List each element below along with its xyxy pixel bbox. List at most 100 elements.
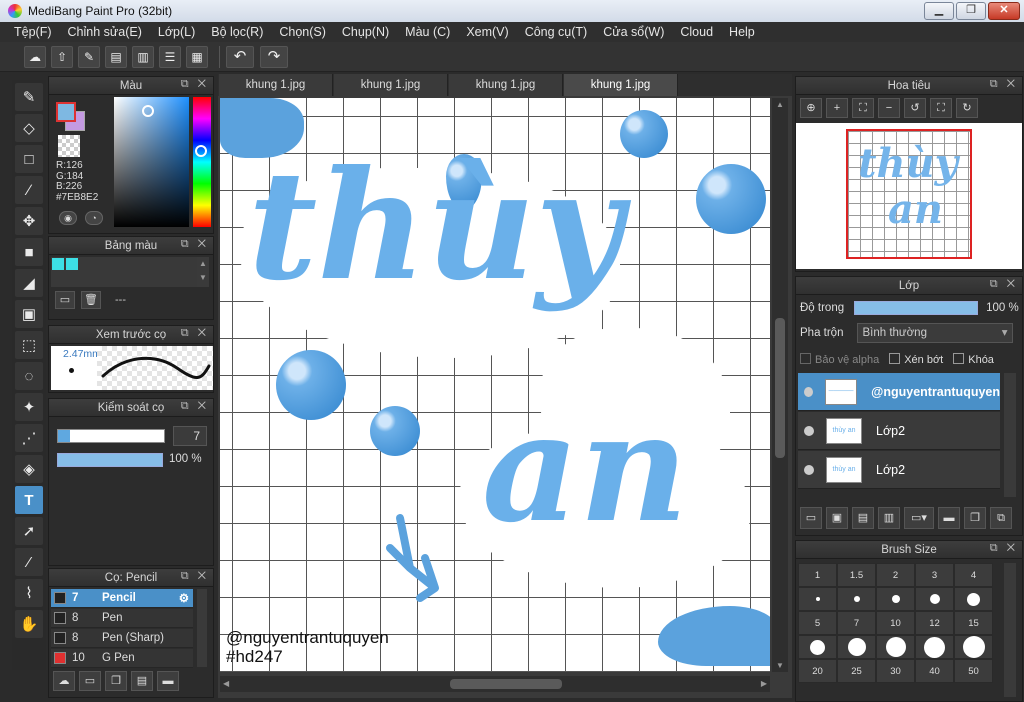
comment-icon[interactable]: ✎ — [78, 45, 100, 68]
brush-size-slider[interactable] — [57, 429, 165, 443]
panel-float-close-icon[interactable]: ⧉ ✕ — [181, 238, 209, 251]
navigator-preview[interactable]: thùy an — [796, 123, 1022, 269]
visibility-eye-icon[interactable] — [804, 464, 814, 475]
layer-opacity-slider[interactable] — [854, 301, 979, 315]
brush-size-preset[interactable] — [915, 635, 954, 659]
close-button[interactable]: ✕ — [988, 2, 1020, 20]
zoom-fit-icon[interactable]: ⊕ — [800, 98, 822, 118]
color-history-button[interactable]: ◔ — [85, 211, 103, 225]
new-palette-icon[interactable]: ▭ — [55, 291, 75, 309]
brush-size-label[interactable]: 10 — [876, 611, 915, 635]
brush-copy-icon[interactable]: ❐ — [105, 671, 127, 691]
gradient-tool-icon[interactable]: ▣ — [15, 300, 43, 328]
protect-alpha-checkbox[interactable]: Bảo vệ alpha — [800, 353, 879, 366]
brush-size-label[interactable]: 5 — [798, 611, 837, 635]
layer-folder-icon[interactable]: ▬ — [938, 507, 960, 529]
hue-cursor[interactable] — [195, 145, 207, 157]
redo-button[interactable]: ↷ — [260, 45, 288, 68]
layer-item[interactable]: thùy an Lớp2 — [798, 412, 1000, 450]
menu-window[interactable]: Cửa sổ(W) — [603, 25, 664, 39]
brush-size-preset[interactable] — [876, 587, 915, 611]
brush-size-label[interactable]: 7 — [837, 611, 876, 635]
brush-list-scrollbar[interactable] — [197, 589, 207, 667]
reset-view-icon[interactable]: ⛶ — [930, 98, 952, 118]
brush-size-label[interactable]: 25 — [837, 659, 876, 683]
panel-float-close-icon[interactable]: ⧉ ✕ — [990, 542, 1018, 555]
menu-layer[interactable]: Lớp(L) — [158, 25, 195, 39]
vertical-scroll-thumb[interactable] — [775, 318, 785, 458]
brush-size-label[interactable]: 4 — [954, 563, 993, 587]
brush-size-label[interactable]: 40 — [915, 659, 954, 683]
brush-size-label[interactable]: 15 — [954, 611, 993, 635]
document-tab[interactable]: khung 1.jpg — [219, 74, 333, 96]
drawing-canvas[interactable]: thùy an @nguyentrantuquyen #hd247 — [220, 98, 770, 672]
add-layer-menu-icon[interactable]: ▭▾ — [904, 507, 934, 529]
panel-float-close-icon[interactable]: ⧉ ✕ — [181, 400, 209, 413]
share-icon[interactable]: ⇧ — [51, 45, 73, 68]
layer-item[interactable]: thùy an Lớp2 — [798, 451, 1000, 489]
layer-item[interactable]: ───── @nguyentrantuquyen — [798, 373, 1000, 411]
dot-tool-icon[interactable]: ∕ — [15, 176, 43, 204]
visibility-eye-icon[interactable] — [804, 425, 814, 436]
menu-file[interactable]: Tệp(F) — [14, 25, 52, 39]
new-halftone-layer-icon[interactable]: ▣ — [826, 507, 848, 529]
navigator-viewport-frame[interactable]: thùy an — [846, 129, 972, 259]
picker-cursor[interactable] — [142, 105, 154, 117]
saturation-value-picker[interactable] — [114, 97, 189, 227]
maximize-button[interactable]: ❐ — [956, 2, 986, 20]
delete-palette-icon[interactable]: 🗑 — [81, 291, 101, 309]
clip-checkbox[interactable]: Xén bớt — [889, 353, 943, 366]
horizontal-scrollbar[interactable]: ◀ ▶ — [220, 676, 770, 692]
fill-rect-tool-icon[interactable]: ■ — [15, 238, 43, 266]
menu-color[interactable]: Màu (C) — [405, 25, 450, 39]
color-mode-button[interactable]: ◉ — [59, 211, 77, 225]
gear-icon[interactable]: ⚙ — [179, 591, 189, 605]
edit-list-icon[interactable]: ▦ — [186, 45, 208, 68]
scroll-up-icon[interactable]: ▲ — [776, 100, 784, 109]
merge-layer-icon[interactable]: ⧉ — [990, 507, 1012, 529]
palette-swatch[interactable] — [66, 258, 78, 270]
document-icon[interactable]: ▥ — [132, 45, 154, 68]
new-layer-icon[interactable]: ▭ — [800, 507, 822, 529]
document-tab-active[interactable]: khung 1.jpg — [564, 74, 678, 96]
brush-size-label[interactable]: 12 — [915, 611, 954, 635]
hand-tool-icon[interactable]: ✋ — [15, 610, 43, 638]
brush-size-label[interactable]: 3 — [915, 563, 954, 587]
select-tool-icon[interactable]: ⬚ — [15, 331, 43, 359]
panel-float-close-icon[interactable]: ⧉ ✕ — [990, 278, 1018, 291]
folder-icon[interactable]: ▬ — [157, 671, 179, 691]
eraser-tool-icon[interactable]: ◇ — [15, 114, 43, 142]
transparent-color-swatch[interactable] — [58, 135, 80, 157]
zoom-out-icon[interactable]: − — [878, 98, 900, 118]
document-tab[interactable]: khung 1.jpg — [449, 74, 563, 96]
brush-size-preset[interactable] — [954, 587, 993, 611]
new-brush-icon[interactable]: ▭ — [79, 671, 101, 691]
palette-scrollbar[interactable]: ▲ ▼ — [197, 257, 209, 287]
brush-size-preset[interactable] — [876, 635, 915, 659]
cloud-icon[interactable]: ☁ — [24, 45, 46, 68]
menu-edit[interactable]: Chỉnh sửa(E) — [68, 25, 142, 39]
duplicate-layer-icon[interactable]: ❐ — [964, 507, 986, 529]
document-tab[interactable]: khung 1.jpg — [334, 74, 448, 96]
brush-settings-icon[interactable]: ▤ — [131, 671, 153, 691]
palette-swatch[interactable] — [52, 258, 64, 270]
layer-list-scrollbar[interactable] — [1004, 373, 1016, 497]
menu-select[interactable]: Chọn(S) — [279, 25, 326, 39]
brush-size-preset[interactable] — [915, 587, 954, 611]
brush-size-label[interactable]: 20 — [798, 659, 837, 683]
brush-size-preset[interactable] — [798, 587, 837, 611]
select-pen-icon[interactable]: ⋰ — [15, 424, 43, 452]
horizontal-scroll-thumb[interactable] — [450, 679, 562, 689]
hue-slider[interactable] — [193, 97, 211, 227]
cloud-brush-icon[interactable]: ☁ — [53, 671, 75, 691]
brush-size-label[interactable]: 2 — [876, 563, 915, 587]
scroll-left-icon[interactable]: ◀ — [223, 679, 229, 688]
menu-help[interactable]: Help — [729, 25, 755, 39]
text-tool-icon[interactable]: T — [15, 486, 43, 514]
brush-opacity-slider[interactable] — [57, 453, 163, 467]
brush-size-label[interactable]: 1.5 — [837, 563, 876, 587]
panel-float-close-icon[interactable]: ⧉ ✕ — [181, 78, 209, 91]
new-8bit-layer-icon[interactable]: ▤ — [852, 507, 874, 529]
brush-size-label[interactable]: 30 — [876, 659, 915, 683]
brush-size-label[interactable]: 1 — [798, 563, 837, 587]
